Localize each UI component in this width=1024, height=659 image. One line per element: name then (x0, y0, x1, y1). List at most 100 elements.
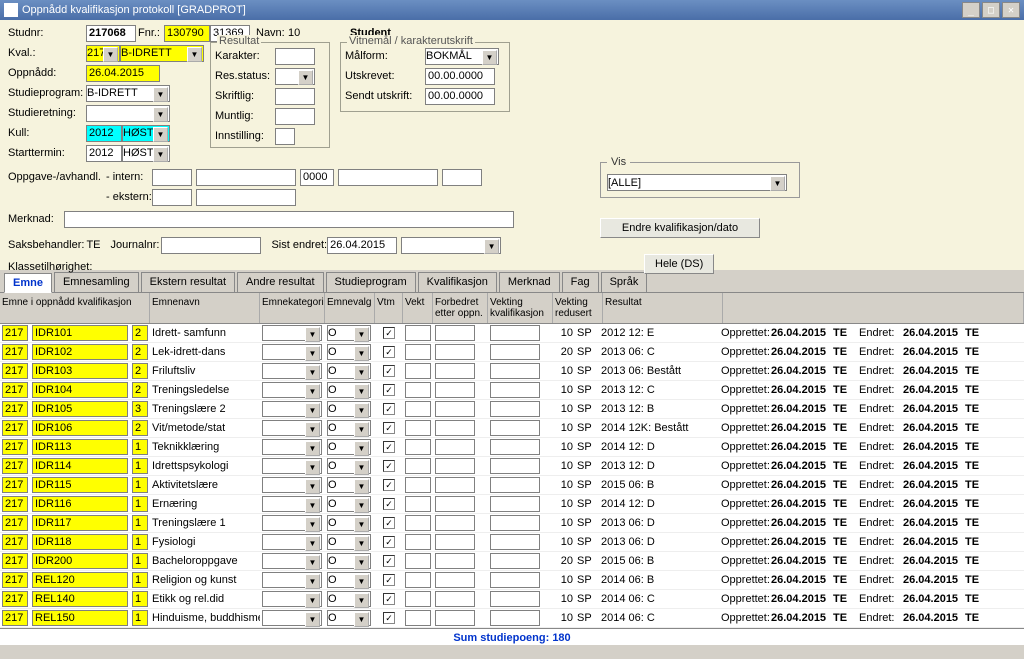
row-code1-input[interactable] (2, 534, 28, 550)
row-vekt-input[interactable] (405, 382, 431, 398)
row-vtm-checkbox[interactable]: ✓ (383, 479, 395, 491)
row-emnevalg-select[interactable]: O (327, 515, 371, 531)
muntlig-input[interactable] (275, 108, 315, 125)
row-code1-input[interactable] (2, 496, 28, 512)
row-emnevalg-select[interactable]: O (327, 553, 371, 569)
row-vekting-kvalif-input[interactable] (490, 515, 540, 531)
row-code2-input[interactable] (32, 325, 128, 341)
karakter-input[interactable] (275, 48, 315, 65)
start-year-input[interactable] (86, 145, 122, 162)
row-forbedret-input[interactable] (435, 591, 475, 607)
row-code3-input[interactable] (132, 344, 148, 360)
row-vtm-checkbox[interactable]: ✓ (383, 498, 395, 510)
row-emnevalg-select[interactable]: O (327, 591, 371, 607)
row-code3-input[interactable] (132, 496, 148, 512)
row-forbedret-input[interactable] (435, 553, 475, 569)
row-vtm-checkbox[interactable]: ✓ (383, 422, 395, 434)
row-vtm-checkbox[interactable]: ✓ (383, 593, 395, 605)
row-code1-input[interactable] (2, 401, 28, 417)
row-code2-input[interactable] (32, 439, 128, 455)
row-forbedret-input[interactable] (435, 401, 475, 417)
row-emnekategori-select[interactable] (262, 420, 322, 436)
row-emnevalg-select[interactable]: O (327, 344, 371, 360)
skriftlig-input[interactable] (275, 88, 315, 105)
minimize-button[interactable]: _ (962, 2, 980, 18)
row-vekt-input[interactable] (405, 363, 431, 379)
studieprogram-select[interactable]: B-IDRETT (86, 85, 170, 102)
row-code1-input[interactable] (2, 591, 28, 607)
row-code1-input[interactable] (2, 515, 28, 531)
row-vekt-input[interactable] (405, 439, 431, 455)
merknad-input[interactable] (64, 211, 514, 228)
tab-emne[interactable]: Emne (4, 273, 52, 293)
row-emnekategori-select[interactable] (262, 610, 322, 626)
maximize-button[interactable]: □ (982, 2, 1000, 18)
row-vekting-kvalif-input[interactable] (490, 496, 540, 512)
row-vtm-checkbox[interactable]: ✓ (383, 460, 395, 472)
start-sem-select[interactable]: HØST (122, 145, 170, 162)
row-forbedret-input[interactable] (435, 382, 475, 398)
row-vtm-checkbox[interactable]: ✓ (383, 384, 395, 396)
utskrevet-input[interactable] (425, 68, 495, 85)
ekstern2-input[interactable] (196, 189, 296, 206)
row-code1-input[interactable] (2, 477, 28, 493)
row-emnevalg-select[interactable]: O (327, 610, 371, 626)
row-vtm-checkbox[interactable]: ✓ (383, 517, 395, 529)
row-code2-input[interactable] (32, 591, 128, 607)
row-emnekategori-select[interactable] (262, 325, 322, 341)
row-vekt-input[interactable] (405, 572, 431, 588)
row-vekt-input[interactable] (405, 591, 431, 607)
row-emnevalg-select[interactable]: O (327, 420, 371, 436)
row-code2-input[interactable] (32, 401, 128, 417)
maalform-select[interactable]: BOKMÅL (425, 48, 499, 65)
row-forbedret-input[interactable] (435, 439, 475, 455)
row-forbedret-input[interactable] (435, 477, 475, 493)
row-vekt-input[interactable] (405, 553, 431, 569)
row-emnekategori-select[interactable] (262, 401, 322, 417)
row-emnevalg-select[interactable]: O (327, 477, 371, 493)
studnr-input[interactable] (86, 25, 136, 42)
kull-sem-select[interactable]: HØST (122, 125, 170, 142)
intern1-input[interactable] (152, 169, 192, 186)
row-code1-input[interactable] (2, 553, 28, 569)
row-vekting-kvalif-input[interactable] (490, 439, 540, 455)
hele-ds-button[interactable]: Hele (DS) (644, 254, 714, 274)
row-vekting-kvalif-input[interactable] (490, 572, 540, 588)
row-code3-input[interactable] (132, 382, 148, 398)
row-vekting-kvalif-input[interactable] (490, 420, 540, 436)
sendtutskrift-input[interactable] (425, 88, 495, 105)
row-code2-input[interactable] (32, 572, 128, 588)
journalnr-input[interactable] (161, 237, 261, 254)
row-code1-input[interactable] (2, 439, 28, 455)
row-code3-input[interactable] (132, 439, 148, 455)
endre-kvalifikasjon-button[interactable]: Endre kvalifikasjon/dato (600, 218, 760, 238)
resstatus-select[interactable] (275, 68, 315, 85)
row-vekt-input[interactable] (405, 610, 431, 626)
intern3-input[interactable] (300, 169, 334, 186)
vis-select[interactable]: [ALLE] (607, 174, 787, 191)
row-emnevalg-select[interactable]: O (327, 496, 371, 512)
row-emnekategori-select[interactable] (262, 477, 322, 493)
row-vtm-checkbox[interactable]: ✓ (383, 555, 395, 567)
kval-code-select[interactable]: 217 (86, 45, 120, 62)
row-vekt-input[interactable] (405, 496, 431, 512)
row-code2-input[interactable] (32, 382, 128, 398)
row-code1-input[interactable] (2, 610, 28, 626)
row-code3-input[interactable] (132, 477, 148, 493)
row-code2-input[interactable] (32, 496, 128, 512)
sistendret-select[interactable] (401, 237, 501, 254)
row-code2-input[interactable] (32, 458, 128, 474)
sistendret-input[interactable] (327, 237, 397, 254)
row-code2-input[interactable] (32, 420, 128, 436)
row-code1-input[interactable] (2, 325, 28, 341)
row-code3-input[interactable] (132, 363, 148, 379)
row-emnekategori-select[interactable] (262, 534, 322, 550)
row-emnevalg-select[interactable]: O (327, 401, 371, 417)
row-vekting-kvalif-input[interactable] (490, 382, 540, 398)
row-vekting-kvalif-input[interactable] (490, 458, 540, 474)
row-code3-input[interactable] (132, 610, 148, 626)
row-code1-input[interactable] (2, 458, 28, 474)
row-code3-input[interactable] (132, 591, 148, 607)
row-emnevalg-select[interactable]: O (327, 458, 371, 474)
row-code3-input[interactable] (132, 325, 148, 341)
